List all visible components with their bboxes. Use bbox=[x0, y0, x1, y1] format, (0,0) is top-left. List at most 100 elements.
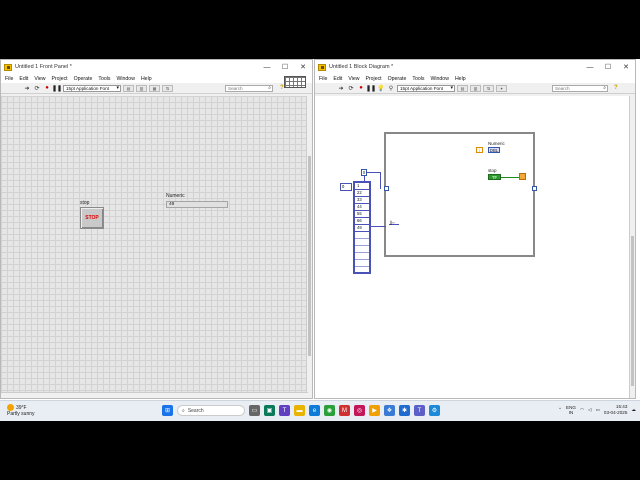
mcafee-icon[interactable]: M bbox=[339, 405, 350, 416]
notifications-icon[interactable]: ☁ bbox=[631, 407, 636, 413]
search-box[interactable]: Search ⌕ bbox=[552, 85, 608, 92]
scroll-thumb[interactable] bbox=[308, 156, 311, 356]
resize-objects-icon[interactable]: ▦ bbox=[149, 84, 160, 92]
while-loop-structure[interactable]: Numeric i DBL stop TF ⊩ bbox=[384, 132, 537, 257]
menu-view[interactable]: View bbox=[34, 76, 45, 82]
menu-view[interactable]: View bbox=[348, 76, 359, 82]
maximize-button[interactable]: ☐ bbox=[599, 60, 617, 74]
menu-operate[interactable]: Operate bbox=[388, 76, 407, 82]
front-panel-titlebar[interactable]: Untitled 1 Front Panel * — ☐ ✕ bbox=[1, 60, 312, 74]
run-arrow-icon[interactable]: ➜ bbox=[337, 84, 345, 92]
minimize-button[interactable]: — bbox=[258, 60, 276, 74]
battery-icon[interactable]: ▭ bbox=[596, 407, 600, 413]
menu-edit[interactable]: Edit bbox=[333, 76, 342, 82]
index-array-node-icon[interactable]: ⊩ bbox=[390, 220, 395, 227]
array-element[interactable]: 44 bbox=[355, 204, 369, 211]
reorder-icon[interactable]: ⇅ bbox=[483, 84, 494, 92]
stop-button[interactable]: STOP bbox=[80, 207, 104, 229]
pause-icon[interactable]: ❚❚ bbox=[52, 84, 62, 92]
chevron-up-icon[interactable]: ⌃ bbox=[558, 407, 562, 413]
highlight-execution-icon[interactable]: 💡 bbox=[377, 84, 385, 92]
distribute-objects-icon[interactable]: ▥ bbox=[136, 84, 147, 92]
app-icon-teams2[interactable]: T bbox=[414, 405, 425, 416]
scroll-thumb[interactable] bbox=[631, 236, 634, 386]
clean-up-diagram-icon[interactable]: ✦ bbox=[496, 84, 507, 92]
array-index-display[interactable]: 0 bbox=[340, 183, 352, 191]
right-tunnel[interactable] bbox=[532, 186, 537, 191]
array-element[interactable]: 55 bbox=[355, 211, 369, 218]
weather-widget[interactable]: 39°F Partly sunny bbox=[7, 404, 35, 417]
menu-tools[interactable]: Tools bbox=[98, 76, 110, 82]
maximize-button[interactable]: ☐ bbox=[276, 60, 294, 74]
chrome-browser-icon[interactable]: ◉ bbox=[324, 405, 335, 416]
front-panel-horizontal-scrollbar[interactable] bbox=[1, 392, 308, 398]
speaker-icon[interactable]: ◁ bbox=[588, 407, 592, 413]
font-selector[interactable]: 15pt Application Font bbox=[397, 84, 455, 92]
app-icon-gear[interactable]: ⚙ bbox=[429, 405, 440, 416]
stop-terminal[interactable]: TF bbox=[488, 174, 501, 180]
wifi-icon[interactable]: ◠ bbox=[580, 407, 584, 413]
help-icon[interactable]: ? bbox=[614, 85, 621, 92]
abort-icon[interactable]: ● bbox=[43, 84, 51, 92]
numeric-terminal-index[interactable]: i bbox=[476, 147, 483, 153]
array-element-empty[interactable] bbox=[355, 239, 369, 246]
labview-taskbar-icon[interactable]: ▶ bbox=[369, 405, 380, 416]
reorder-icon[interactable]: ⇅ bbox=[162, 84, 173, 92]
run-arrow-icon[interactable]: ➜ bbox=[23, 84, 31, 92]
array-element[interactable]: 66 bbox=[355, 218, 369, 225]
menu-operate[interactable]: Operate bbox=[74, 76, 93, 82]
menu-help[interactable]: Help bbox=[141, 76, 152, 82]
widgets-icon[interactable]: ▣ bbox=[264, 405, 275, 416]
font-selector[interactable]: 15pt Application Font bbox=[63, 84, 121, 92]
run-continuously-icon[interactable]: ⟳ bbox=[33, 84, 41, 92]
app-icon-blue[interactable]: ❖ bbox=[384, 405, 395, 416]
run-continuously-icon[interactable]: ⟳ bbox=[347, 84, 355, 92]
retain-wire-values-icon[interactable]: ⚲ bbox=[387, 84, 395, 92]
array-element[interactable]: 22 bbox=[355, 190, 369, 197]
taskbar-search[interactable]: ⌕ Search bbox=[177, 405, 245, 416]
menu-tools[interactable]: Tools bbox=[412, 76, 424, 82]
close-button[interactable]: ✕ bbox=[294, 60, 312, 74]
vi-icon-grid[interactable] bbox=[284, 76, 306, 88]
loop-condition-terminal[interactable] bbox=[519, 173, 526, 180]
array-element[interactable]: 49 bbox=[355, 225, 369, 232]
app-icon-settings[interactable]: ✱ bbox=[399, 405, 410, 416]
close-button[interactable]: ✕ bbox=[617, 60, 635, 74]
language-indicator[interactable]: ENG IN bbox=[566, 405, 576, 415]
task-view-icon[interactable]: ▭ bbox=[249, 405, 260, 416]
left-tunnel[interactable] bbox=[384, 186, 389, 191]
array-element[interactable]: 1 bbox=[355, 183, 369, 190]
search-box[interactable]: Search ⌕ bbox=[225, 85, 273, 92]
array-element[interactable]: 33 bbox=[355, 197, 369, 204]
clock[interactable]: 15:43 03-04-2025 bbox=[604, 404, 628, 416]
file-explorer-icon[interactable]: ▬ bbox=[294, 405, 305, 416]
menu-window[interactable]: Window bbox=[116, 76, 134, 82]
app-icon-pink[interactable]: ◎ bbox=[354, 405, 365, 416]
front-panel-canvas[interactable]: stop Numeric bbox=[1, 96, 308, 398]
array-constant[interactable]: 1 22 33 44 55 66 49 bbox=[353, 181, 371, 274]
menu-edit[interactable]: Edit bbox=[19, 76, 28, 82]
teams-icon[interactable]: T bbox=[279, 405, 290, 416]
menu-window[interactable]: Window bbox=[430, 76, 448, 82]
front-panel-vertical-scrollbar[interactable] bbox=[306, 96, 312, 398]
menu-project[interactable]: Project bbox=[51, 76, 67, 82]
pause-icon[interactable]: ❚❚ bbox=[366, 84, 376, 92]
abort-icon[interactable]: ● bbox=[357, 84, 365, 92]
array-element-empty[interactable] bbox=[355, 253, 369, 260]
array-element-empty[interactable] bbox=[355, 232, 369, 239]
align-objects-icon[interactable]: ▤ bbox=[123, 84, 134, 92]
distribute-objects-icon[interactable]: ▥ bbox=[470, 84, 481, 92]
numeric-terminal[interactable]: DBL bbox=[488, 147, 500, 153]
menu-help[interactable]: Help bbox=[455, 76, 466, 82]
menu-file[interactable]: File bbox=[5, 76, 13, 82]
block-diagram-canvas[interactable]: Numeric i DBL stop TF ⊩ 0 0 1 22 33 44 5… bbox=[315, 96, 631, 398]
block-diagram-vertical-scrollbar[interactable] bbox=[629, 96, 635, 398]
array-element-empty[interactable] bbox=[355, 246, 369, 253]
array-element-empty[interactable] bbox=[355, 260, 369, 267]
align-objects-icon[interactable]: ▤ bbox=[457, 84, 468, 92]
menu-project[interactable]: Project bbox=[365, 76, 381, 82]
menu-file[interactable]: File bbox=[319, 76, 327, 82]
start-windows-icon[interactable]: ⊞ bbox=[162, 405, 173, 416]
block-diagram-titlebar[interactable]: Untitled 1 Block Diagram * — ☐ ✕ bbox=[315, 60, 635, 74]
edge-browser-icon[interactable]: e bbox=[309, 405, 320, 416]
